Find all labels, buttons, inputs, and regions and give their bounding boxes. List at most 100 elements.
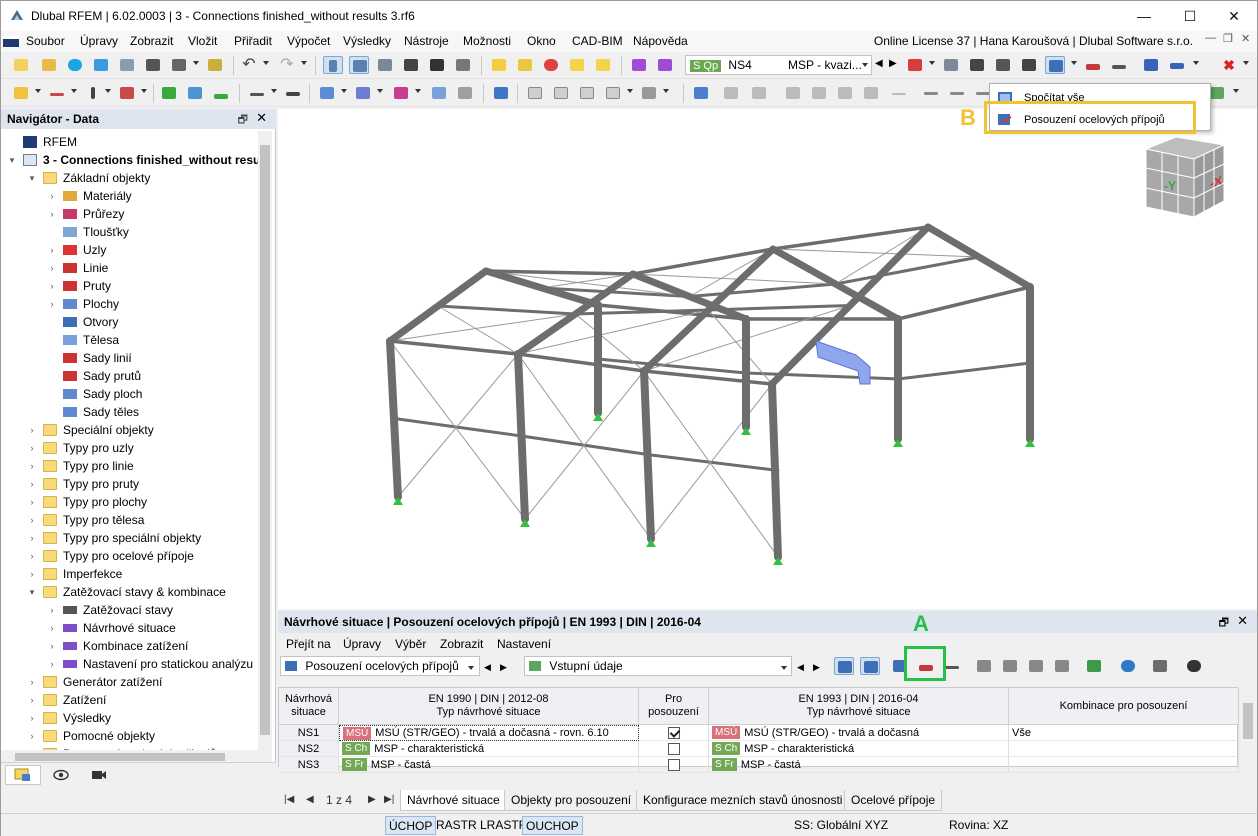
export-icon[interactable] <box>1141 56 1161 74</box>
animation-icon[interactable] <box>749 84 769 102</box>
select-in-graphic-icon[interactable] <box>834 657 854 675</box>
navigator-item[interactable]: › Typy pro tělesa <box>27 511 145 529</box>
minimize-button[interactable]: — <box>1121 1 1167 31</box>
panel-close-icon[interactable]: ✕ <box>1237 613 1248 629</box>
table-scrollbar[interactable] <box>1240 687 1256 767</box>
navigator-item[interactable]: Sady těles <box>47 403 139 421</box>
navigator-item[interactable]: › Uzly <box>47 241 107 259</box>
collapse-arrow-icon[interactable]: ▾ <box>27 587 37 598</box>
navigator-item[interactable]: Sady ploch <box>47 385 142 403</box>
navigator-scrollbar[interactable] <box>258 131 272 767</box>
menu-vlozit[interactable]: Vložit <box>188 34 217 48</box>
navigator-item[interactable]: RFEM <box>7 133 77 151</box>
column[interactable] <box>768 380 782 561</box>
view-dropdown-icon[interactable] <box>627 89 633 93</box>
import-icon[interactable] <box>974 657 994 675</box>
expand-arrow-icon[interactable]: › <box>47 641 57 651</box>
next-page-icon[interactable]: ▶ <box>368 794 376 805</box>
expand-arrow-icon[interactable]: › <box>47 299 57 309</box>
mdi-minimize-icon[interactable]: — <box>1205 32 1216 44</box>
section-icon[interactable] <box>489 56 509 74</box>
cell-en1993-type[interactable]: S Ch MSP - charakteristická <box>709 741 1009 757</box>
graph-icon[interactable] <box>783 84 803 102</box>
last-page-icon[interactable]: ▶| <box>384 794 394 805</box>
list-icon[interactable] <box>453 56 473 74</box>
open-folder-icon[interactable] <box>39 56 59 74</box>
wall-bracing[interactable] <box>517 353 652 540</box>
cell-combinations[interactable] <box>1009 741 1239 757</box>
first-page-icon[interactable]: |◀ <box>284 794 294 805</box>
expand-arrow-icon[interactable]: › <box>27 713 37 723</box>
maximize-button[interactable]: ☐ <box>1167 1 1213 31</box>
combo-dropdown-icon[interactable] <box>862 63 868 67</box>
navigator-item[interactable]: ▾ Základní objekty <box>27 169 151 187</box>
tab-steel-joints[interactable]: Ocelové přípoje <box>844 790 943 811</box>
filter-results-icon[interactable] <box>905 56 925 74</box>
bridge-dropdown-icon[interactable] <box>1193 61 1199 65</box>
table-view-icon[interactable] <box>323 56 343 74</box>
values-xxx-icon[interactable] <box>1019 56 1039 74</box>
for-design-checkbox[interactable] <box>667 742 680 755</box>
navigator-item[interactable]: › Návrhové situace <box>47 619 176 637</box>
diagonal-icon[interactable] <box>889 84 909 102</box>
perspective-icon[interactable] <box>639 84 659 102</box>
select-icon[interactable] <box>11 84 31 102</box>
expand-arrow-icon[interactable]: › <box>47 191 57 201</box>
expand-arrow-icon[interactable]: › <box>47 623 57 633</box>
navigator-item[interactable]: Otvory <box>47 313 118 331</box>
expand-arrow-icon[interactable]: › <box>27 677 37 687</box>
navigator-item[interactable]: › Výsledky <box>27 709 112 727</box>
cell-en1990-type[interactable]: S Ch MSP - charakteristická <box>339 741 639 757</box>
print-table-icon[interactable] <box>1150 657 1170 675</box>
expand-arrow-icon[interactable]: › <box>47 659 57 669</box>
member-icon[interactable] <box>83 84 103 102</box>
module-next-icon[interactable]: ▶ <box>500 662 507 673</box>
wall-rail[interactable] <box>596 357 748 375</box>
close-button[interactable]: ✕ <box>1211 1 1257 31</box>
surface-icon[interactable] <box>809 84 829 102</box>
cell-en1993-type[interactable]: S Fr MSP - častá <box>709 757 1009 773</box>
panel-menu-select[interactable]: Výběr <box>395 637 426 651</box>
lines-2-icon[interactable] <box>947 84 967 102</box>
slope-icon[interactable] <box>861 84 881 102</box>
line-icon[interactable] <box>47 84 67 102</box>
menu-napoveda[interactable]: Nápověda <box>633 34 688 48</box>
navigator-item[interactable]: Sady prutů <box>47 367 141 385</box>
bridge-icon[interactable] <box>1167 56 1187 74</box>
roof-purlin[interactable] <box>688 282 837 298</box>
menu-okno[interactable]: Okno <box>527 34 556 48</box>
print-dropdown-icon[interactable] <box>193 61 199 65</box>
values-icon[interactable] <box>967 56 987 74</box>
calculate-icon[interactable] <box>1045 56 1065 74</box>
expand-arrow-icon[interactable]: › <box>27 425 37 435</box>
menu-priradit[interactable]: Přiřadit <box>234 34 272 48</box>
load-display-dropdown-icon[interactable] <box>377 89 383 93</box>
view-3d-icon[interactable] <box>491 84 511 102</box>
navigator-item[interactable]: › Typy pro plochy <box>27 493 148 511</box>
section-view-icon[interactable] <box>721 84 741 102</box>
wireframe-icon[interactable] <box>455 84 475 102</box>
expand-arrow-icon[interactable]: › <box>27 731 37 741</box>
prev-page-icon[interactable]: ◀ <box>306 794 314 805</box>
load-combo-select[interactable]: MSP - kvazi... <box>784 55 872 75</box>
navigator-item[interactable]: › Typy pro ocelové přípoje <box>27 547 194 565</box>
redo-dropdown-icon[interactable] <box>301 61 307 65</box>
script-icon[interactable] <box>427 56 447 74</box>
panel-menu-goto[interactable]: Přejít na <box>286 637 331 651</box>
box-icon[interactable] <box>391 84 411 102</box>
navigator-item[interactable]: › Materiály <box>47 187 132 205</box>
solid-icon[interactable] <box>835 84 855 102</box>
tab-objects-to-design[interactable]: Objekty pro posouzení <box>504 790 639 811</box>
template-icon[interactable] <box>117 56 137 74</box>
cell-design-situation[interactable]: NS1 <box>279 725 339 741</box>
menu-vysledky[interactable]: Výsledky <box>343 34 391 48</box>
navigator-item[interactable]: › Generátor zatížení <box>27 673 163 691</box>
wall-bracing[interactable] <box>650 383 773 540</box>
model-icon[interactable] <box>317 84 337 102</box>
expand-arrow-icon[interactable]: › <box>27 479 37 489</box>
for-design-checkbox[interactable] <box>667 758 680 771</box>
navigator-item[interactable]: › Zatížení <box>27 691 107 709</box>
navigator-item[interactable]: › Imperfekce <box>27 565 123 583</box>
navigator-item[interactable]: Tloušťky <box>47 223 129 241</box>
console-icon[interactable] <box>401 56 421 74</box>
